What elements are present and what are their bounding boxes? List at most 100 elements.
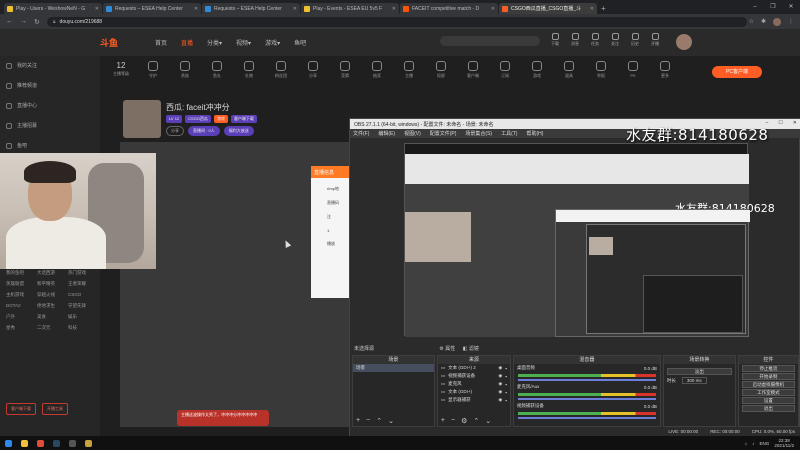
add-source-button[interactable]: + xyxy=(441,417,445,425)
sidebar-item[interactable]: 鱼吧 xyxy=(6,142,27,149)
language-indicator[interactable]: ENG xyxy=(760,441,770,446)
sidebar-category-link[interactable]: CSGO xyxy=(68,292,81,297)
tab-close-icon[interactable]: ✕ xyxy=(590,6,594,12)
sidebar-category-link[interactable]: 美食 xyxy=(37,314,46,320)
scene-down-button[interactable]: ⌄ xyxy=(388,417,394,425)
sidebar-chip[interactable]: 开播工具 xyxy=(42,403,68,415)
properties-button[interactable]: ⚙ 属性 xyxy=(439,346,455,352)
obs-menu-item[interactable]: 文件(F) xyxy=(353,130,369,137)
volume-icon[interactable]: ♪ xyxy=(752,441,754,446)
obs-close-button[interactable]: ✕ xyxy=(793,120,797,126)
header-icon-button[interactable]: 历史 xyxy=(628,33,642,47)
nav-link[interactable]: 分类▾ xyxy=(207,38,222,47)
volume-slider[interactable] xyxy=(517,379,656,381)
close-button[interactable]: ✕ xyxy=(782,0,800,14)
source-item[interactable]: ▭ 显示器捕获 ◉ ▪ xyxy=(438,396,510,404)
nav-link[interactable]: 视频▾ xyxy=(236,38,251,47)
reload-icon[interactable]: ↻ xyxy=(34,18,40,26)
streamer-tag[interactable]: LV 12 xyxy=(166,115,183,123)
obs-menu-item[interactable]: 帮助(H) xyxy=(526,130,543,137)
obs-menu-item[interactable]: 场景集合(S) xyxy=(465,130,492,137)
obs-menu-item[interactable]: 视图(V) xyxy=(404,130,421,137)
volume-slider[interactable] xyxy=(517,398,656,400)
room-tool[interactable]: 客户端 xyxy=(462,61,484,79)
sidebar-category-link[interactable]: 科技 xyxy=(68,325,77,331)
clock[interactable]: 22:38 2021/11/2 xyxy=(774,438,794,448)
sidebar-category-link[interactable]: 我的鱼吧 xyxy=(6,270,24,276)
duration-input[interactable]: 300 ms xyxy=(681,377,707,384)
star-icon[interactable]: ☆ xyxy=(749,18,754,25)
browser-tab[interactable]: CSGO西瓜直播_CSGO直播_斗 ✕ xyxy=(499,3,597,14)
obs-control-button[interactable]: 停止推流 xyxy=(741,365,795,372)
sidebar-category-link[interactable]: 穿越火线 xyxy=(37,292,55,298)
scene-up-button[interactable]: ⌃ xyxy=(376,417,382,425)
visibility-eye-icon[interactable]: ◉ xyxy=(498,397,502,403)
sidebar-category-link[interactable]: 星秀 xyxy=(6,325,15,331)
obs-maximize-button[interactable]: ☐ xyxy=(778,120,782,126)
source-settings-button[interactable]: ⚙ xyxy=(461,417,467,425)
more-menu-icon[interactable]: ⋮ xyxy=(788,18,794,25)
tab-close-icon[interactable]: ✕ xyxy=(491,6,495,12)
sidebar-category-link[interactable]: 二次元 xyxy=(37,325,51,331)
obs-control-button[interactable]: 退出 xyxy=(741,405,795,412)
obs-control-button[interactable]: 启动虚拟摄像机 xyxy=(741,381,795,388)
streamer-meta-chip[interactable]: 福利大放送 xyxy=(223,126,254,136)
sidebar-category-link[interactable]: 王者荣耀 xyxy=(68,281,86,287)
visibility-eye-icon[interactable]: ◉ xyxy=(498,365,502,371)
sidebar-item[interactable]: 推荐频道 xyxy=(6,82,37,89)
header-icon-button[interactable]: 下载 xyxy=(548,33,562,47)
scene-item[interactable]: 场景 xyxy=(353,364,434,372)
site-search-input[interactable] xyxy=(440,36,540,46)
filters-button[interactable]: ◧ 滤镜 xyxy=(463,346,479,352)
sidebar-category-link[interactable]: 娱乐 xyxy=(68,314,77,320)
header-icon-button[interactable]: 关注 xyxy=(608,33,622,47)
nav-link[interactable]: 游戏▾ xyxy=(265,38,280,47)
sidebar-category-link[interactable]: DOTA2 xyxy=(6,303,21,308)
obs-menu-item[interactable]: 配置文件(P) xyxy=(430,130,457,137)
remove-source-button[interactable]: − xyxy=(451,417,455,425)
add-scene-button[interactable]: + xyxy=(356,417,360,425)
sidebar-category-link[interactable]: 热门游戏 xyxy=(68,270,86,276)
obs-menu-item[interactable]: 工具(T) xyxy=(501,130,517,137)
tab-close-icon[interactable]: ✕ xyxy=(95,6,99,12)
sidebar-item[interactable]: 直播中心 xyxy=(6,102,37,109)
room-tool[interactable]: 礼物 xyxy=(238,61,260,79)
header-icon-button[interactable]: 消息 xyxy=(568,33,582,47)
remove-scene-button[interactable]: − xyxy=(366,417,370,425)
nav-link[interactable]: 直播 xyxy=(181,38,193,47)
room-tool[interactable]: 投屏 xyxy=(430,61,452,79)
browser-tab[interactable]: Play - Users - WeshowNeN - G ✕ xyxy=(4,3,102,14)
browser-tab[interactable]: Requests – ESEA Help Center ✕ xyxy=(202,3,300,14)
forward-icon[interactable]: → xyxy=(20,18,27,25)
room-tool[interactable]: PK xyxy=(622,61,644,79)
sidebar-item[interactable]: 主播招募 xyxy=(6,122,37,129)
streamer-meta-chip[interactable]: 分享 xyxy=(166,126,184,136)
new-tab-button[interactable]: + xyxy=(601,3,606,14)
room-tool[interactable]: 粉丝团 xyxy=(270,61,292,79)
obs-menu-item[interactable]: 编辑(E) xyxy=(378,130,395,137)
sidebar-category-link[interactable]: 户外 xyxy=(6,314,15,320)
source-item[interactable]: ▭ 视频捕获设备 ◉ ▪ xyxy=(438,372,510,380)
room-tool[interactable]: 分享 xyxy=(302,61,324,79)
tab-close-icon[interactable]: ✕ xyxy=(392,6,396,12)
visibility-eye-icon[interactable]: ◉ xyxy=(498,373,502,379)
lock-icon[interactable]: ▪ xyxy=(505,366,507,371)
obs-control-button[interactable]: 工作室模式 xyxy=(741,389,795,396)
volume-slider[interactable] xyxy=(517,417,656,419)
taskbar-steam-icon[interactable] xyxy=(48,436,64,450)
sidebar-category-link[interactable]: 绝地求生 xyxy=(37,303,55,309)
douyu-logo[interactable]: 斗鱼 xyxy=(100,36,118,49)
room-tool[interactable]: 道具 xyxy=(558,61,580,79)
taskbar-start-icon[interactable] xyxy=(0,436,16,450)
minimize-button[interactable]: – xyxy=(746,0,764,14)
room-tool[interactable]: 守护 xyxy=(142,61,164,79)
transition-select[interactable]: 淡出 xyxy=(666,368,732,375)
room-tool[interactable]: 更多 xyxy=(654,61,676,79)
nav-link[interactable]: 首页 xyxy=(155,38,167,47)
room-tool[interactable]: 贵族 xyxy=(174,61,196,79)
source-down-button[interactable]: ⌄ xyxy=(485,417,491,425)
taskbar-chrome-icon[interactable] xyxy=(32,436,48,450)
room-tool[interactable]: 游戏 xyxy=(526,61,548,79)
room-tool[interactable]: 竞猜 xyxy=(334,61,356,79)
obs-control-button[interactable]: 开始录制 xyxy=(741,373,795,380)
